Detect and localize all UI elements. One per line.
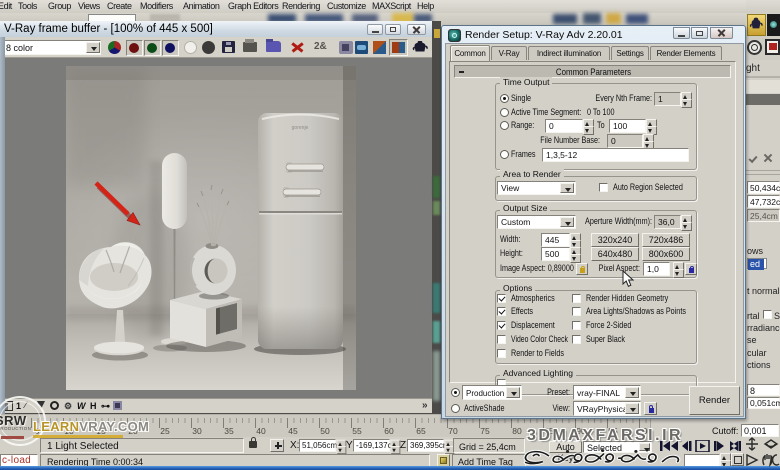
- svg-text:gorenje: gorenje: [292, 125, 309, 131]
